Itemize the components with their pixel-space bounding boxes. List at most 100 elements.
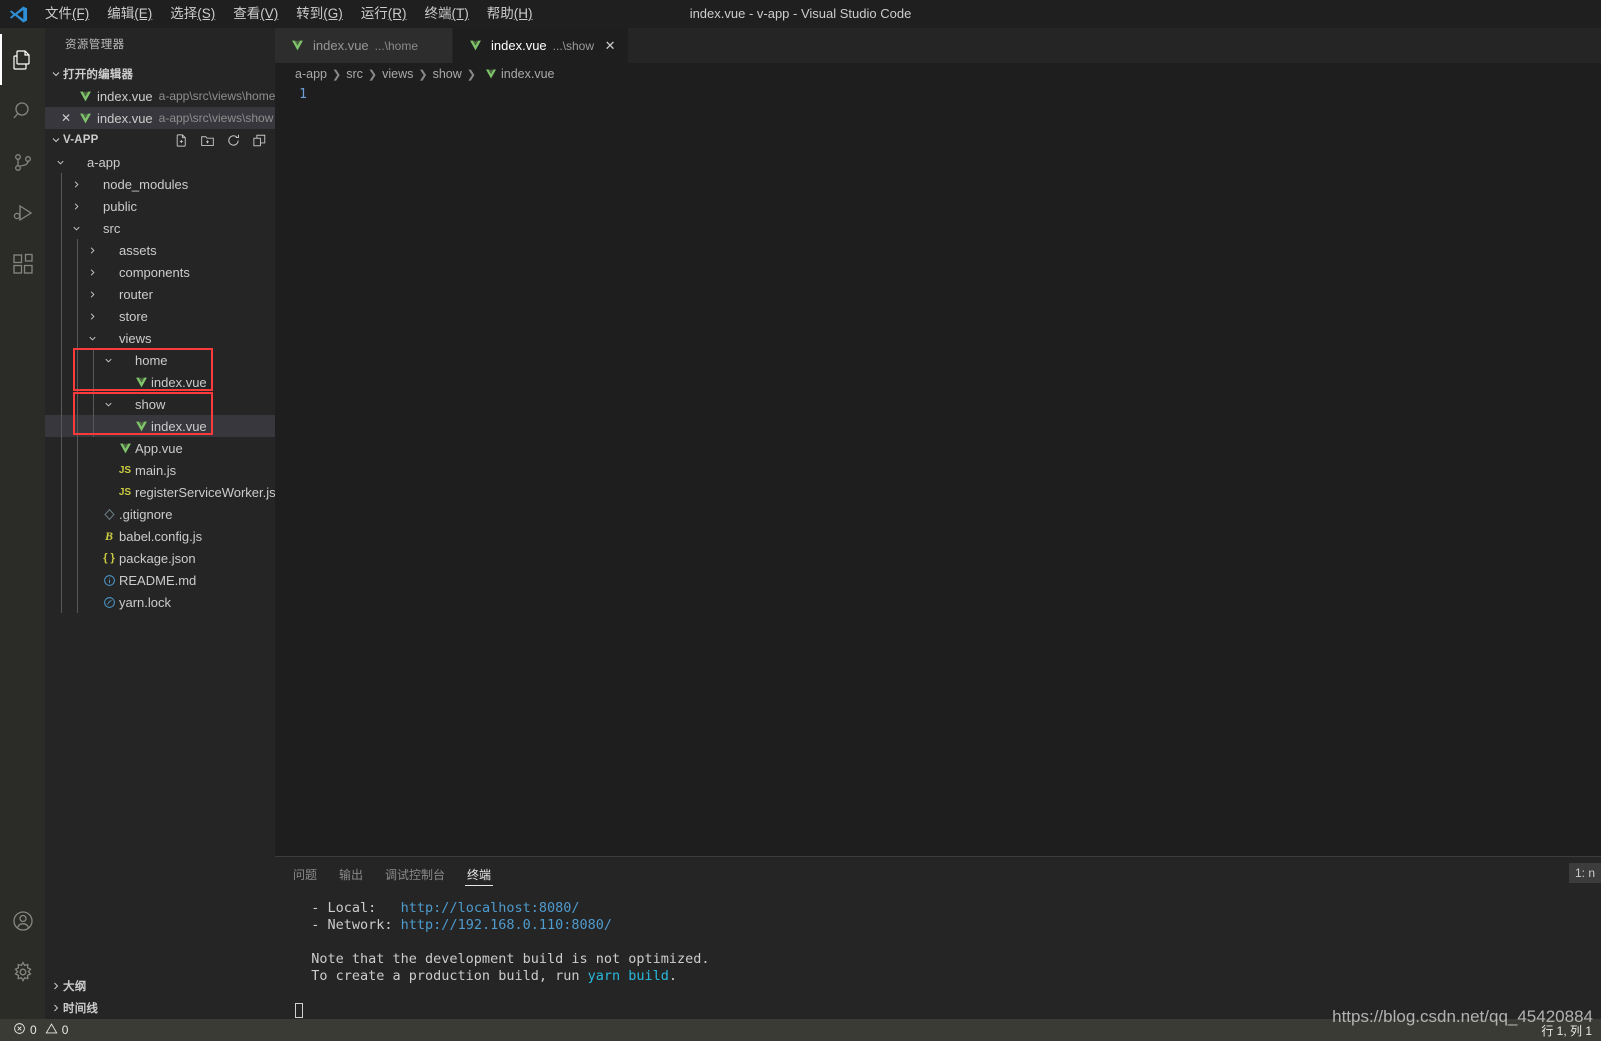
tree-file-row[interactable]: README.md [45, 569, 275, 591]
tab-description: ...\home [374, 38, 419, 53]
refresh-icon[interactable] [225, 132, 241, 148]
tree-folder-row[interactable]: node_modules [45, 173, 275, 195]
panel-tab-problems[interactable]: 问题 [291, 857, 319, 892]
source-control-icon[interactable] [0, 136, 45, 187]
menu-item-view[interactable]: 查看(V) [224, 0, 287, 28]
menu-item-run[interactable]: 运行(R) [352, 0, 416, 28]
terminal-output[interactable]: - Local: http://localhost:8080/ - Networ… [275, 892, 1601, 1019]
new-file-icon[interactable] [173, 132, 189, 148]
tree-file-row[interactable]: JS main.js [45, 459, 275, 481]
chevron-down-icon [101, 355, 115, 366]
tree-item-label: show [135, 396, 166, 412]
open-editor-path: a-app\src\views\home [158, 89, 275, 103]
menu-item-edit[interactable]: 编辑(E) [98, 0, 161, 28]
terminal-line: To create a production build, run yarn b… [295, 968, 1601, 985]
tree-folder-row[interactable]: home [45, 349, 275, 371]
cursor-position-status[interactable]: 行 1, 列 1 [1536, 1019, 1597, 1041]
tree-file-row[interactable]: .gitignore [45, 503, 275, 525]
open-editor-name: index.vue [97, 88, 153, 104]
timeline-section-header[interactable]: 时间线 [45, 997, 275, 1019]
chevron-right-icon [69, 201, 83, 212]
vue-icon [75, 112, 95, 125]
tree-folder-row[interactable]: a-app [45, 151, 275, 173]
terminal-selector-dropdown[interactable]: 1: n [1568, 863, 1601, 883]
breadcrumb[interactable]: a-app ❯ src ❯ views ❯ show ❯ index.vue [275, 63, 1601, 85]
menu-item-selection[interactable]: 选择(S) [161, 0, 224, 28]
title-bar: 文件(F) 编辑(E) 选择(S) 查看(V) 转到(G) 运行(R) 终端(T… [0, 0, 1601, 28]
close-icon[interactable]: ✕ [602, 38, 618, 54]
outline-section-header[interactable]: 大纲 [45, 975, 275, 997]
tree-folder-row[interactable]: assets [45, 239, 275, 261]
error-count: 0 [30, 1023, 37, 1037]
tree-folder-row[interactable]: components [45, 261, 275, 283]
open-editor-item[interactable]: ✕ index.vue a-app\src\views\show [45, 107, 275, 129]
breadcrumb-item-a-app[interactable]: a-app [295, 67, 327, 81]
tree-file-row[interactable]: JS registerServiceWorker.js [45, 481, 275, 503]
menu-item-terminal[interactable]: 终端(T) [416, 0, 478, 28]
breadcrumb-item-src[interactable]: src [346, 67, 363, 81]
chevron-right-icon: ❯ [466, 68, 476, 81]
chevron-right-icon [85, 267, 99, 278]
panel-tab-debug-console[interactable]: 调试控制台 [383, 857, 447, 892]
open-editor-name: index.vue [97, 110, 153, 126]
timeline-label: 时间线 [63, 1003, 99, 1015]
tree-folder-row[interactable]: views [45, 327, 275, 349]
run-debug-icon[interactable] [0, 187, 45, 238]
breadcrumb-item-index-vue[interactable]: index.vue [501, 67, 555, 81]
editor-tab-show[interactable]: index.vue ...\show ✕ [453, 28, 630, 63]
tree-folder-row[interactable]: show [45, 393, 275, 415]
new-folder-icon[interactable] [199, 132, 215, 148]
terminal-text: . [668, 968, 678, 984]
search-icon[interactable] [0, 85, 45, 136]
tree-folder-row[interactable]: store [45, 305, 275, 327]
terminal-text: Note that the development build is not o… [295, 951, 710, 967]
account-icon[interactable] [0, 895, 45, 946]
tree-folder-row[interactable]: router [45, 283, 275, 305]
tree-file-row[interactable]: { } package.json [45, 547, 275, 569]
menu-bar[interactable]: 文件(F) 编辑(E) 选择(S) 查看(V) 转到(G) 运行(R) 终端(T… [36, 0, 542, 28]
workspace-header[interactable]: V-APP [45, 129, 275, 151]
menu-item-file[interactable]: 文件(F) [36, 0, 98, 28]
panel-tab-output[interactable]: 输出 [337, 857, 365, 892]
extensions-icon[interactable] [0, 238, 45, 289]
chevron-down-icon [49, 134, 63, 146]
workbench-body: 资源管理器 打开的编辑器 index.vue a-app\src\views\h… [0, 28, 1601, 1019]
code-editor[interactable]: 1 [275, 85, 1601, 856]
file-tree[interactable]: a-app node_modules public src assets componen… [45, 151, 275, 975]
yarn-icon [99, 596, 119, 609]
vscode-window: 文件(F) 编辑(E) 选择(S) 查看(V) 转到(G) 运行(R) 终端(T… [0, 0, 1601, 1041]
panel-tab-terminal[interactable]: 终端 [465, 857, 494, 892]
settings-gear-icon[interactable] [0, 946, 45, 997]
tree-folder-row[interactable]: public [45, 195, 275, 217]
breadcrumb-item-show[interactable]: show [433, 67, 462, 81]
tree-file-row[interactable]: index.vue [45, 371, 275, 393]
close-icon[interactable]: ✕ [57, 111, 75, 125]
workspace-actions [173, 132, 275, 148]
menu-item-goto[interactable]: 转到(G) [287, 0, 352, 28]
terminal-text: To create a production build, run [295, 968, 588, 984]
explorer-icon[interactable] [0, 34, 45, 85]
tree-file-row[interactable]: index.vue [45, 415, 275, 437]
tree-file-row[interactable]: yarn.lock [45, 591, 275, 613]
collapse-all-icon[interactable] [251, 132, 267, 148]
editor-tab-bar: index.vue ...\home ✕ index.vue ...\show … [275, 28, 1601, 63]
editor-tab-home[interactable]: index.vue ...\home ✕ [275, 28, 454, 63]
chevron-down-icon [53, 157, 67, 168]
open-editors-header[interactable]: 打开的编辑器 [45, 63, 275, 85]
vue-icon [115, 442, 135, 455]
vue-icon [481, 68, 501, 80]
open-editor-item[interactable]: index.vue a-app\src\views\home [45, 85, 275, 107]
breadcrumb-item-views[interactable]: views [382, 67, 413, 81]
status-badge[interactable]: 0 0 [8, 1019, 73, 1041]
tree-file-row[interactable]: Bbabel.config.js [45, 525, 275, 547]
tree-file-row[interactable]: App.vue [45, 437, 275, 459]
tree-folder-row[interactable]: src [45, 217, 275, 239]
sidebar-bottom-sections: 大纲 时间线 [45, 975, 275, 1019]
terminal-cursor [295, 1002, 303, 1018]
terminal-text: http://localhost:8080/ [400, 900, 580, 916]
tree-item-label: registerServiceWorker.js [135, 484, 275, 500]
menu-item-help[interactable]: 帮助(H) [478, 0, 542, 28]
json-icon: { } [103, 552, 115, 564]
